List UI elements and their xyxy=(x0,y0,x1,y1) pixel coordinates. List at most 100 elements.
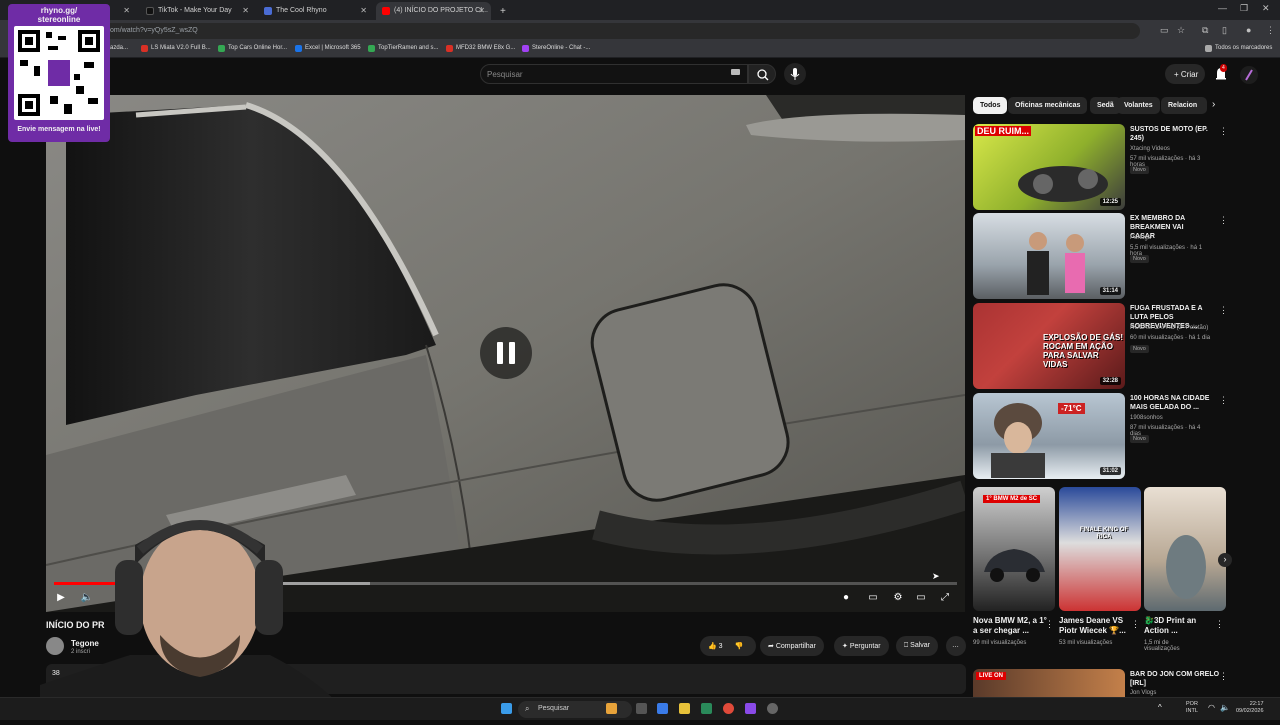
video-thumbnail[interactable]: -71°C 31:02 xyxy=(973,393,1125,479)
close-window-icon[interactable]: ✕ xyxy=(1262,3,1270,14)
close-tab-icon[interactable]: ✕ xyxy=(242,6,249,15)
profile-icon[interactable]: ● xyxy=(1246,25,1251,35)
avatar[interactable] xyxy=(1240,66,1258,84)
bookmark-item[interactable]: Excel | Microsoft 365 xyxy=(295,45,361,52)
keyboard-icon[interactable] xyxy=(731,69,740,75)
short-thumbnail[interactable]: FINALE KING OF RIGA xyxy=(1059,487,1141,611)
browser-tab-rhyno[interactable]: The Cool Rhyno ✕ xyxy=(258,2,373,20)
more-options-icon[interactable]: ⋮ xyxy=(1219,126,1228,137)
widget-icon[interactable] xyxy=(606,703,617,714)
chip-volantes[interactable]: Volantes xyxy=(1117,97,1160,114)
sidepanel-icon[interactable]: ▯ xyxy=(1222,25,1227,36)
extensions-icon[interactable]: ⧉ xyxy=(1202,25,1208,36)
chip-oficinas[interactable]: Oficinas mecânicas xyxy=(1008,97,1088,114)
browser-tab-tiktok[interactable]: TikTok - Make Your Day ✕ xyxy=(140,2,255,20)
recommendation-item[interactable]: 31:14 EX MEMBRO DA BREAKMEN VAI CASAR Po… xyxy=(973,213,1228,299)
obs-icon[interactable] xyxy=(767,703,778,714)
bookmark-item[interactable]: LS Miata V2.0 Full B... xyxy=(141,45,211,52)
video-thumbnail[interactable]: LIVE ON xyxy=(973,669,1125,697)
sparkle-icon: ✦ xyxy=(842,643,850,650)
bookmark-item[interactable]: TopTierRamen and s... xyxy=(368,45,438,52)
more-options-icon[interactable]: ⋮ xyxy=(1215,619,1224,630)
theater-mode-button[interactable]: ▭ xyxy=(914,592,928,604)
bookmark-item[interactable]: MFD32 BMW E8x G... xyxy=(446,45,515,52)
copilot-icon[interactable] xyxy=(657,703,668,714)
fullscreen-button[interactable]: ⤢ xyxy=(938,592,952,604)
bookmark-star-icon[interactable]: ☆ xyxy=(1177,25,1185,36)
save-button[interactable]: ⎕ Salvar xyxy=(896,636,938,656)
create-button[interactable]: + Criar xyxy=(1165,64,1205,84)
youtube-icon xyxy=(382,7,390,15)
settings-button[interactable]: ⚙ xyxy=(891,592,905,604)
close-tab-icon[interactable]: ✕ xyxy=(360,6,367,15)
pause-overlay-button[interactable] xyxy=(480,327,532,379)
maximize-icon[interactable]: ❐ xyxy=(1240,3,1248,14)
chip-todos[interactable]: Todos xyxy=(973,97,1008,114)
video-thumbnail[interactable]: DEU RUIM... 12:25 xyxy=(973,124,1125,210)
short-thumbnail[interactable]: 1° BMW M2 de SC xyxy=(973,487,1055,611)
search-input[interactable]: Pesquisar xyxy=(480,64,748,84)
wifi-icon[interactable]: ◠ xyxy=(1208,703,1215,712)
streamer-webcam-image xyxy=(40,520,340,720)
recommendation-item[interactable]: -71°C 31:02 100 HORAS NA CIDADE MAIS GEL… xyxy=(973,393,1228,479)
search-button[interactable] xyxy=(748,64,776,84)
video-thumbnail[interactable]: 31:14 xyxy=(973,213,1125,299)
search-icon: ⌕ xyxy=(525,704,530,713)
bookmark-item[interactable]: Top Cars Online Hor... xyxy=(218,45,287,52)
folder-icon xyxy=(1205,45,1212,52)
new-tab-button[interactable]: + xyxy=(496,1,512,19)
discord-icon[interactable] xyxy=(745,703,756,714)
menu-icon[interactable]: ⋮ xyxy=(1266,25,1275,36)
windows-start-icon[interactable] xyxy=(501,703,512,714)
short-thumbnail[interactable] xyxy=(1144,487,1226,611)
more-options-icon[interactable]: ⋮ xyxy=(1219,305,1228,316)
thumbs-up-icon: 👍 xyxy=(708,643,717,650)
store-icon[interactable] xyxy=(701,703,712,714)
url-field[interactable]: om/watch?v=yQy5sZ_wsZQ xyxy=(100,23,1140,39)
chevron-right-icon[interactable]: › xyxy=(1212,99,1215,110)
more-options-icon[interactable]: ⋮ xyxy=(1045,619,1054,630)
windows-taskbar: ⌕ Pesquisar ^ POR INTL ◠ 🔈 22:17 09/02/202… xyxy=(0,697,1280,720)
language-indicator[interactable]: POR INTL xyxy=(1186,701,1198,715)
bookmark-favicon xyxy=(218,45,225,52)
dislike-button[interactable]: 👎 xyxy=(735,643,744,650)
bookmark-item[interactable]: StereOnline - Chat -... xyxy=(522,45,590,52)
like-dislike-group: 👍 3 👎 xyxy=(700,636,756,656)
recommendation-item[interactable]: EXPLOSÃO DE GÁS! ROCAM EM AÇÃO PARA SALV… xyxy=(973,303,1228,389)
volume-icon[interactable]: 🔈 xyxy=(1220,703,1230,712)
tray-chevron-icon[interactable]: ^ xyxy=(1158,703,1162,712)
chrome-icon[interactable] xyxy=(723,703,734,714)
address-bar-row: om/watch?v=yQy5sZ_wsZQ ▭ ☆ ⧉ ▯ ● ⋮ xyxy=(0,20,1280,42)
site-icon xyxy=(264,7,272,15)
close-tab-icon[interactable]: ✕ xyxy=(123,6,130,15)
ask-button[interactable]: ✦ Perguntar xyxy=(834,636,889,656)
clock[interactable]: 22:17 09/02/2026 xyxy=(1236,701,1264,715)
share-button[interactable]: ➦ Compartilhar xyxy=(760,636,824,656)
like-button[interactable]: 👍 3 xyxy=(708,643,723,650)
more-actions-button[interactable]: … xyxy=(946,636,966,656)
shorts-next-button[interactable]: › xyxy=(1218,553,1232,567)
more-options-icon[interactable]: ⋮ xyxy=(1219,395,1228,406)
file-explorer-icon[interactable] xyxy=(679,703,690,714)
minimize-icon[interactable]: — xyxy=(1218,3,1227,13)
notifications-button[interactable]: 4 xyxy=(1213,64,1229,83)
install-icon[interactable]: ▭ xyxy=(1160,25,1169,36)
more-options-icon[interactable]: ⋮ xyxy=(1219,215,1228,226)
video-thumbnail[interactable]: EXPLOSÃO DE GÁS! ROCAM EM AÇÃO PARA SALV… xyxy=(973,303,1125,389)
close-tab-icon[interactable]: ✕ xyxy=(478,6,485,15)
more-options-icon[interactable]: ⋮ xyxy=(1131,619,1140,630)
task-view-icon[interactable] xyxy=(636,703,647,714)
bookmark-favicon xyxy=(446,45,453,52)
browser-tab-youtube[interactable]: (4) INÍCIO DO PROJETO CI... ✕ xyxy=(376,2,491,20)
gear-icon: ⚙ xyxy=(893,592,903,603)
voice-search-button[interactable] xyxy=(784,63,806,85)
subtitles-button[interactable]: ▭ xyxy=(866,592,880,604)
more-options-icon[interactable]: ⋮ xyxy=(1219,671,1228,682)
chip-relacionados[interactable]: Relacion xyxy=(1161,97,1207,114)
more-icon: … xyxy=(952,642,959,649)
browser-tab[interactable]: ✕ xyxy=(110,2,136,20)
recommendation-item[interactable]: DEU RUIM... 12:25 SUSTOS DE MOTO (EP. 24… xyxy=(973,124,1228,210)
autoplay-toggle[interactable]: ● xyxy=(839,592,853,604)
all-bookmarks[interactable]: Todos os marcadores xyxy=(1205,45,1272,52)
youtube-header: Pesquisar + Criar 4 xyxy=(0,58,1280,92)
